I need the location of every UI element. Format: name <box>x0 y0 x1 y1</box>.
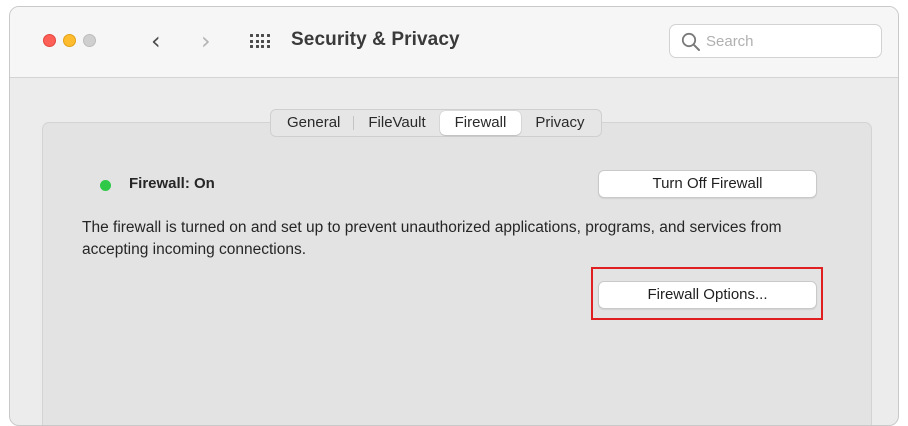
turn-off-firewall-button[interactable]: Turn Off Firewall <box>598 170 817 198</box>
tab-general[interactable]: General <box>273 111 355 135</box>
grid-icon[interactable] <box>250 34 271 48</box>
firewall-status-indicator <box>100 180 111 191</box>
search-field[interactable]: Search <box>669 24 882 58</box>
close-window-button[interactable] <box>43 34 56 47</box>
chevron-right-icon[interactable]: › <box>201 27 211 55</box>
tab-firewall[interactable]: Firewall <box>439 111 522 135</box>
chevron-left-icon[interactable]: ‹ <box>151 27 161 55</box>
minimize-window-button[interactable] <box>63 34 76 47</box>
search-icon <box>681 32 700 51</box>
window-title: Security & Privacy <box>291 29 460 50</box>
zoom-window-button[interactable] <box>83 34 96 47</box>
firewall-description: The firewall is turned on and set up to … <box>82 219 782 258</box>
system-preferences-window: ‹ › Security & Privacy Search General Fi… <box>9 6 899 426</box>
window-toolbar: ‹ › Security & Privacy Search <box>10 7 898 78</box>
tab-filevault[interactable]: FileVault <box>354 111 439 135</box>
firewall-status-label: Firewall: On <box>129 175 215 192</box>
highlight-box <box>591 267 823 320</box>
tab-bar: General FileVault Firewall Privacy <box>270 109 602 137</box>
search-placeholder: Search <box>706 33 754 50</box>
tab-privacy[interactable]: Privacy <box>521 111 598 135</box>
